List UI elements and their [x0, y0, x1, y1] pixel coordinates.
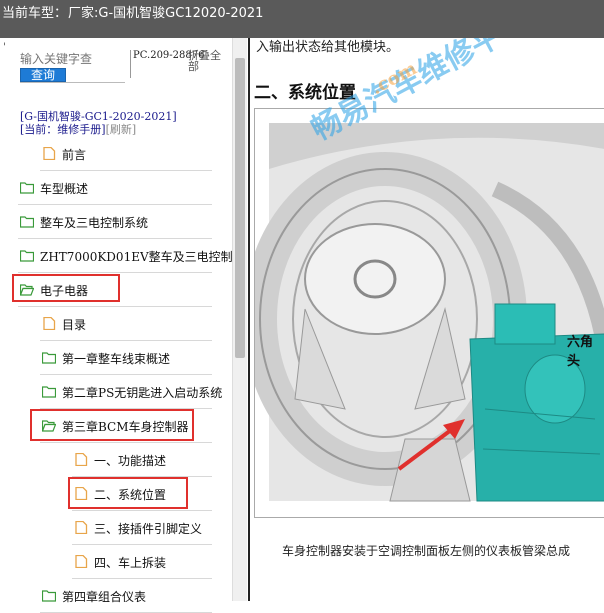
search-input[interactable]	[20, 52, 125, 66]
folder-icon	[42, 352, 56, 364]
tree-divider	[40, 170, 212, 171]
sidebar-scrollbar[interactable]	[232, 38, 247, 601]
tree-item-label: 第二章PS无钥匙进入启动系统	[62, 386, 223, 400]
tree-item-label: 前言	[62, 148, 87, 162]
previous-paragraph: 入输出状态给其他模块。	[256, 40, 400, 55]
dashboard-illustration	[250, 123, 604, 502]
tree-item-label: 四、车上拆装	[94, 556, 167, 570]
tree-divider	[72, 544, 212, 545]
file-icon	[43, 147, 56, 160]
location-figure: 六角头	[250, 108, 604, 518]
highlight-box	[30, 409, 194, 441]
search-underline	[20, 82, 125, 83]
tree-item-label: 一、功能描述	[94, 454, 167, 468]
tree-divider	[18, 306, 212, 307]
top-header: 当前车型： 厂家:G-国机智骏GC12020-2021	[0, 0, 604, 38]
model-value: 厂家:G-国机智骏GC12020-2021	[68, 6, 264, 21]
scrollbar-thumb[interactable]	[235, 58, 245, 358]
breadcrumb: [当前：维修手册][刷新]	[20, 124, 136, 136]
file-icon	[75, 555, 88, 568]
folder-icon	[42, 590, 56, 602]
file-icon	[75, 521, 88, 534]
breadcrumb-model: [G-国机智骏-GC1-2020-2021]	[20, 110, 177, 123]
tree-item-label: ZHT7000KD01EV整车及三电控制	[40, 250, 233, 264]
figure-label: 六角头	[567, 335, 594, 369]
file-icon	[75, 453, 88, 466]
tree-item-label: 目录	[62, 318, 87, 332]
breadcrumb-current: [当前：维修手册]	[20, 123, 106, 136]
folder-icon	[42, 386, 56, 398]
search-button[interactable]: 查询	[20, 68, 66, 82]
tree-divider	[72, 510, 212, 511]
figure-caption: 车身控制器安装于空调控制面板左侧的仪表板管梁总成	[282, 544, 571, 558]
tree-item-label: 车型概述	[40, 182, 89, 196]
tree-divider	[72, 578, 212, 579]
tree-divider	[40, 442, 212, 443]
tree-divider	[40, 340, 212, 341]
tree-item-label: 三、接插件引脚定义	[94, 522, 203, 536]
highlight-box	[12, 274, 120, 302]
tree-divider	[18, 272, 212, 273]
folder-icon	[20, 182, 34, 194]
tree-marker: '	[3, 42, 6, 53]
collapse-all-link[interactable]: 折叠全部	[188, 50, 228, 72]
tree-divider	[40, 374, 212, 375]
folder-icon	[20, 250, 34, 262]
tree-item-label: 第一章整车线束概述	[62, 352, 171, 366]
tree-divider	[18, 238, 212, 239]
file-icon	[43, 317, 56, 330]
tree-item-label: 整车及三电控制系统	[40, 216, 149, 230]
content-pane: 入输出状态给其他模块。 二、系统位置 六角头 畅易汽车维修平 .com 车身控制…	[250, 38, 604, 601]
tree-divider	[18, 204, 212, 205]
refresh-link[interactable]: [刷新]	[106, 123, 137, 136]
model-label: 当前车型：	[2, 6, 68, 21]
folder-icon	[20, 216, 34, 228]
tree-item-label: 第四章组合仪表	[62, 590, 147, 604]
sidebar: ' 查询 PC.209-28876 折叠全部 [G-国机智骏-GC1-2020-…	[0, 38, 250, 613]
highlight-box	[68, 477, 188, 509]
